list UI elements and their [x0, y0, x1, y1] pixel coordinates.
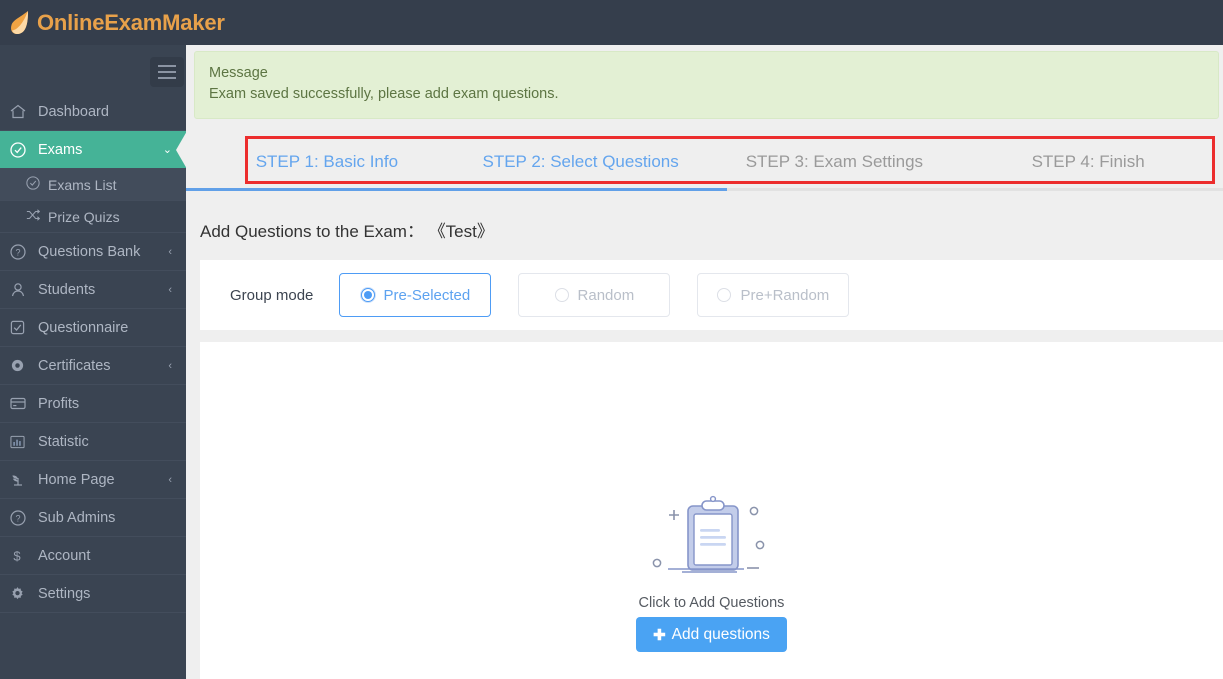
sidebar-item-label: Settings	[38, 585, 91, 602]
add-questions-label: Add questions	[671, 625, 770, 643]
sidebar-item-label: Home Page	[38, 471, 115, 488]
step-label: STEP 2: Select Questions	[482, 152, 679, 172]
step-label: STEP 3: Exam Settings	[745, 152, 924, 172]
sidebar-item-certificates[interactable]: Certificates ‹	[0, 347, 186, 385]
step-navigation: STEP 1: Basic Info STEP 2: Select Questi…	[186, 136, 1223, 208]
exam-name: 《Test》	[428, 222, 494, 242]
sidebar-item-settings[interactable]: Settings	[0, 575, 186, 613]
sidebar-item-home-page[interactable]: Home Page ‹	[0, 461, 186, 499]
success-message-banner: Message Exam saved successfully, please …	[194, 51, 1219, 120]
svg-text:$: $	[13, 548, 21, 563]
chevron-left-icon: ‹	[168, 245, 172, 258]
message-title: Message	[209, 65, 268, 81]
sidebar-item-prize-quizs[interactable]: Prize Quizs	[0, 201, 186, 233]
sidebar-item-label: Sub Admins	[38, 509, 116, 526]
group-mode-option-label: Random	[577, 286, 635, 304]
step-3-exam-settings[interactable]: STEP 3: Exam Settings	[708, 136, 962, 188]
radio-icon	[717, 288, 732, 303]
group-mode-card: Group mode Pre-Selected Random Pre+Rando…	[200, 260, 1223, 331]
sidebar-item-label: Questions Bank	[38, 243, 141, 260]
message-body: Exam saved successfully, please add exam…	[209, 86, 559, 103]
leaf-logo-icon	[8, 8, 34, 38]
question-circle-icon: ?	[10, 509, 34, 526]
brand-name: OnlineExamMaker	[37, 9, 225, 35]
questions-panel: Click to Add Questions ✚ Add questions	[200, 342, 1223, 679]
step-label: STEP 1: Basic Info	[255, 152, 399, 172]
main-content: Message Exam saved successfully, please …	[186, 45, 1223, 679]
group-mode-option-pre-selected[interactable]: Pre-Selected	[339, 273, 492, 318]
add-questions-button[interactable]: ✚ Add questions	[636, 617, 787, 653]
radio-icon	[554, 288, 569, 303]
sidebar-item-label: Profits	[38, 395, 80, 412]
sidebar-item-account[interactable]: $ Account	[0, 537, 186, 575]
group-mode-option-label: Pre-Selected	[383, 286, 471, 304]
group-mode-option-label: Pre+Random	[740, 286, 830, 304]
sidebar: Dashboard Exams ⌄ Exams List Prize Quizs…	[0, 45, 187, 679]
chevron-left-icon: ‹	[168, 473, 172, 486]
sidebar-item-dashboard[interactable]: Dashboard	[0, 93, 186, 131]
sidebar-item-exams[interactable]: Exams ⌄	[0, 131, 187, 169]
app-root: OnlineExamMaker Dashboard Exams ⌄ Exams …	[0, 0, 1223, 679]
sidebar-item-label: Questionnaire	[38, 319, 129, 336]
sidebar-item-statistic[interactable]: Statistic	[0, 423, 186, 461]
sidebar-item-label: Exams	[38, 141, 83, 158]
hamburger-icon[interactable]	[150, 57, 184, 87]
shuffle-icon	[26, 208, 48, 225]
top-bar: OnlineExamMaker	[0, 0, 1223, 45]
sidebar-item-label: Students	[38, 281, 96, 298]
question-circle-icon: ?	[10, 243, 34, 260]
empty-state-hint: Click to Add Questions	[638, 595, 785, 612]
step-4-finish[interactable]: STEP 4: Finish	[961, 136, 1215, 188]
svg-text:?: ?	[15, 513, 20, 523]
sidebar-item-label: Certificates	[38, 357, 111, 374]
sidebar-item-label: Dashboard	[38, 103, 109, 120]
card-icon	[10, 397, 34, 410]
badge-icon	[10, 358, 34, 373]
home-icon	[10, 104, 34, 119]
group-mode-option-pre-random[interactable]: Pre+Random	[697, 273, 850, 318]
sidebar-item-label: Statistic	[38, 433, 89, 450]
sidebar-item-questionnaire[interactable]: Questionnaire	[0, 309, 186, 347]
sidebar-item-questions-bank[interactable]: ? Questions Bank ‹	[0, 233, 186, 271]
brand-logo[interactable]: OnlineExamMaker	[8, 0, 225, 45]
sidebar-submenu-exams: Exams List Prize Quizs	[0, 169, 186, 233]
step-list: STEP 1: Basic Info STEP 2: Select Questi…	[200, 136, 1215, 188]
page-title-prefix: Add Questions to the Exam：	[200, 222, 424, 242]
sidebar-item-sub-admins[interactable]: ? Sub Admins	[0, 499, 186, 537]
chevron-left-icon: ‹	[168, 283, 172, 296]
checkbox-icon	[10, 320, 34, 335]
check-circle-icon	[10, 141, 34, 158]
step-label: STEP 4: Finish	[1031, 152, 1145, 172]
empty-state: Click to Add Questions ✚ Add questions	[200, 482, 1223, 653]
chevron-left-icon: ‹	[168, 359, 172, 372]
user-icon	[10, 282, 34, 298]
plant-icon	[10, 472, 34, 487]
sidebar-toggle-wrap	[0, 45, 186, 93]
sidebar-subitem-label: Exams List	[48, 176, 117, 193]
sidebar-item-exams-list[interactable]: Exams List	[0, 169, 186, 201]
step-1-basic-info[interactable]: STEP 1: Basic Info	[200, 136, 454, 188]
check-circle-icon	[26, 176, 48, 193]
step-progress-bar	[186, 188, 727, 192]
sidebar-subitem-label: Prize Quizs	[48, 208, 120, 225]
sidebar-item-label: Account	[38, 547, 91, 564]
clipboard-illustration-icon	[647, 482, 777, 587]
page-title: Add Questions to the Exam： 《Test》	[200, 217, 1223, 242]
gear-icon	[10, 586, 34, 601]
bar-chart-icon	[10, 435, 34, 449]
radio-icon	[360, 288, 375, 303]
step-2-select-questions[interactable]: STEP 2: Select Questions	[454, 136, 708, 188]
group-mode-label: Group mode	[230, 286, 314, 304]
plus-icon: ✚	[653, 626, 666, 644]
dollar-icon: $	[10, 548, 34, 564]
svg-text:?: ?	[15, 247, 20, 257]
sidebar-item-students[interactable]: Students ‹	[0, 271, 186, 309]
sidebar-item-profits[interactable]: Profits	[0, 385, 186, 423]
group-mode-option-random[interactable]: Random	[518, 273, 671, 318]
